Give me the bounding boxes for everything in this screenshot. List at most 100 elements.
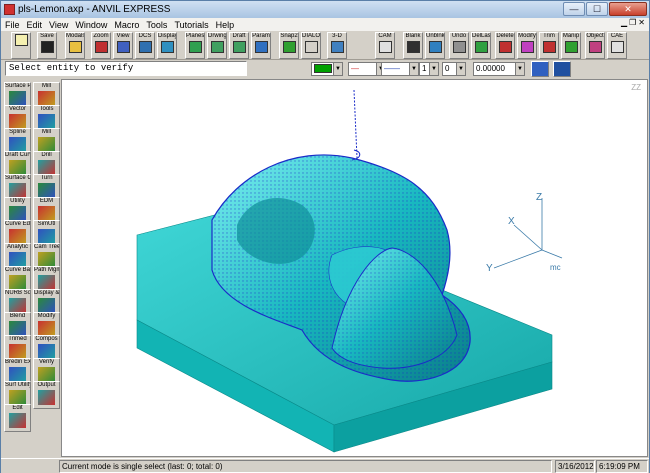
toolbar-button-7[interactable]: Planes [185, 32, 205, 59]
left-tool-label: EDM [39, 198, 54, 204]
left-tool-14-0[interactable]: Edit [4, 404, 31, 432]
menu-window[interactable]: Window [75, 20, 107, 30]
graphics-viewport[interactable]: ZZ Z X Y mc [61, 79, 648, 457]
3d-icon [330, 41, 344, 53]
toolbar-button-19[interactable]: Delete [495, 32, 515, 59]
line-style-value: — [351, 64, 359, 73]
menu-tutorials[interactable]: Tutorials [174, 20, 208, 30]
tool-icon [38, 229, 55, 244]
tool-icon [38, 390, 55, 405]
menu-tools[interactable]: Tools [146, 20, 167, 30]
toolbar-button-24[interactable]: CAE [607, 32, 627, 59]
mdi-minimize-icon[interactable]: ▁ [621, 18, 627, 27]
tool-icon [38, 275, 55, 290]
toolbar-button-22[interactable]: Manip [561, 32, 581, 59]
toolbar-button-4[interactable]: View [113, 32, 133, 59]
toolbar-button-9[interactable]: Draft [229, 32, 249, 59]
cam-icon [378, 41, 392, 53]
tool-icon [9, 114, 26, 129]
tool-icon [9, 344, 26, 359]
close-button[interactable]: ✕ [609, 2, 647, 16]
maximize-button[interactable]: ☐ [586, 2, 608, 16]
tool-icon [9, 91, 26, 106]
drawing-icon [210, 41, 224, 53]
tool-icon [38, 321, 55, 336]
attribute-wave-button[interactable] [553, 61, 571, 77]
tool-icon [38, 367, 55, 382]
chevron-down-icon: ▼ [456, 63, 465, 75]
tool-icon [9, 183, 26, 198]
toolbar-button-12[interactable]: DIALOG [301, 32, 321, 59]
toolbar-button-18[interactable]: DelLast [471, 32, 491, 59]
left-tool-label: Tools [39, 106, 54, 112]
tool-icon [9, 413, 26, 428]
toolbar-button-0[interactable] [11, 32, 31, 59]
toolbar-button-6[interactable]: Display [157, 32, 177, 59]
toolbar-button-20[interactable]: Modify [517, 32, 537, 59]
mdi-restore-icon[interactable]: ❐ [629, 18, 636, 27]
menu-file[interactable]: File [5, 20, 20, 30]
left-tool-label: Draft Curve [5, 152, 30, 158]
new-file-icon [14, 34, 28, 46]
tool-icon [38, 206, 55, 221]
toolbar-button-1[interactable]: Save [37, 32, 57, 59]
window-title: pls-Lemon.axp - ANVIL EXPRESS [18, 4, 171, 15]
planes-icon [188, 41, 202, 53]
toolbar-button-11[interactable]: Snap2 [279, 32, 299, 59]
snap-icon [282, 41, 296, 53]
toolbar-button-label: Snap2 [280, 33, 298, 39]
minimize-button[interactable]: — [563, 2, 585, 16]
attribute-edit-button[interactable] [531, 61, 549, 77]
menu-help[interactable]: Help [216, 20, 235, 30]
toolbar-button-label: DCS [138, 33, 152, 39]
toolbar-button-5[interactable]: DCS [135, 32, 155, 59]
value-select[interactable]: 0.00000 ▼ [473, 62, 525, 76]
toolbar-button-15[interactable]: Blank [403, 32, 423, 59]
left-tool-label: Verify [38, 359, 54, 365]
save-icon [40, 41, 54, 53]
main-window: pls-Lemon.axp - ANVIL EXPRESS — ☐ ✕ File… [0, 0, 650, 473]
layer-select[interactable]: 1 ▼ [419, 62, 439, 76]
left-tool-label: Turn [40, 175, 53, 181]
toolbar-button-16[interactable]: Unblnk [425, 32, 445, 59]
menu-edit[interactable]: Edit [27, 20, 43, 30]
tool-icon [38, 183, 55, 198]
left-tool-label: Surface Curve [5, 175, 30, 181]
toolbar-button-13[interactable]: 3-D [327, 32, 347, 59]
toolbar-button-label: Drwing [208, 33, 226, 39]
left-tool-label: Modify [37, 313, 56, 319]
cae-icon [610, 41, 624, 53]
toolbar-button-17[interactable]: Undo [449, 32, 469, 59]
mdi-close-icon[interactable]: ✕ [638, 18, 645, 27]
toolbar-button-23[interactable]: Object [585, 32, 605, 59]
left-tool-label: Curve Editor [5, 221, 30, 227]
tool-icon [9, 275, 26, 290]
color-select[interactable]: ▼ [311, 62, 343, 76]
toolbar-button-14[interactable]: CAM [375, 32, 395, 59]
delete-icon [498, 41, 512, 53]
axis-x-label: X [508, 216, 515, 227]
line-weight-select[interactable]: —— ▼ [381, 62, 419, 76]
toolbar-button-10[interactable]: Param [251, 32, 271, 59]
left-tool-label: Drill [41, 152, 52, 158]
modify-icon [520, 41, 534, 53]
left-tool-palette: Surface Point Mill Vector Tools Spline Mill Dr… [2, 79, 61, 459]
left-tool-label: Utility [10, 198, 25, 204]
modals-basic-icon [68, 41, 82, 53]
left-tool-13-1[interactable]: Output [33, 381, 60, 409]
draft-icon [232, 41, 246, 53]
toolbar-button-8[interactable]: Drwing [207, 32, 227, 59]
toolbar-button-2[interactable]: Modals [65, 32, 85, 59]
tool-icon [9, 206, 26, 221]
toolbar-button-label: CAE [610, 33, 624, 39]
toolbar-button-21[interactable]: Trim [539, 32, 559, 59]
pen-select[interactable]: 0 ▼ [442, 62, 466, 76]
left-tool-label: Output [37, 382, 56, 388]
toolbar-button-3[interactable]: Zoom [91, 32, 111, 59]
left-tool-label: Bredin Exist [5, 359, 30, 365]
menu-view[interactable]: View [49, 20, 68, 30]
dialog-icon [304, 41, 318, 53]
menu-macro[interactable]: Macro [114, 20, 139, 30]
tool-icon [38, 160, 55, 175]
object-icon [588, 41, 602, 53]
